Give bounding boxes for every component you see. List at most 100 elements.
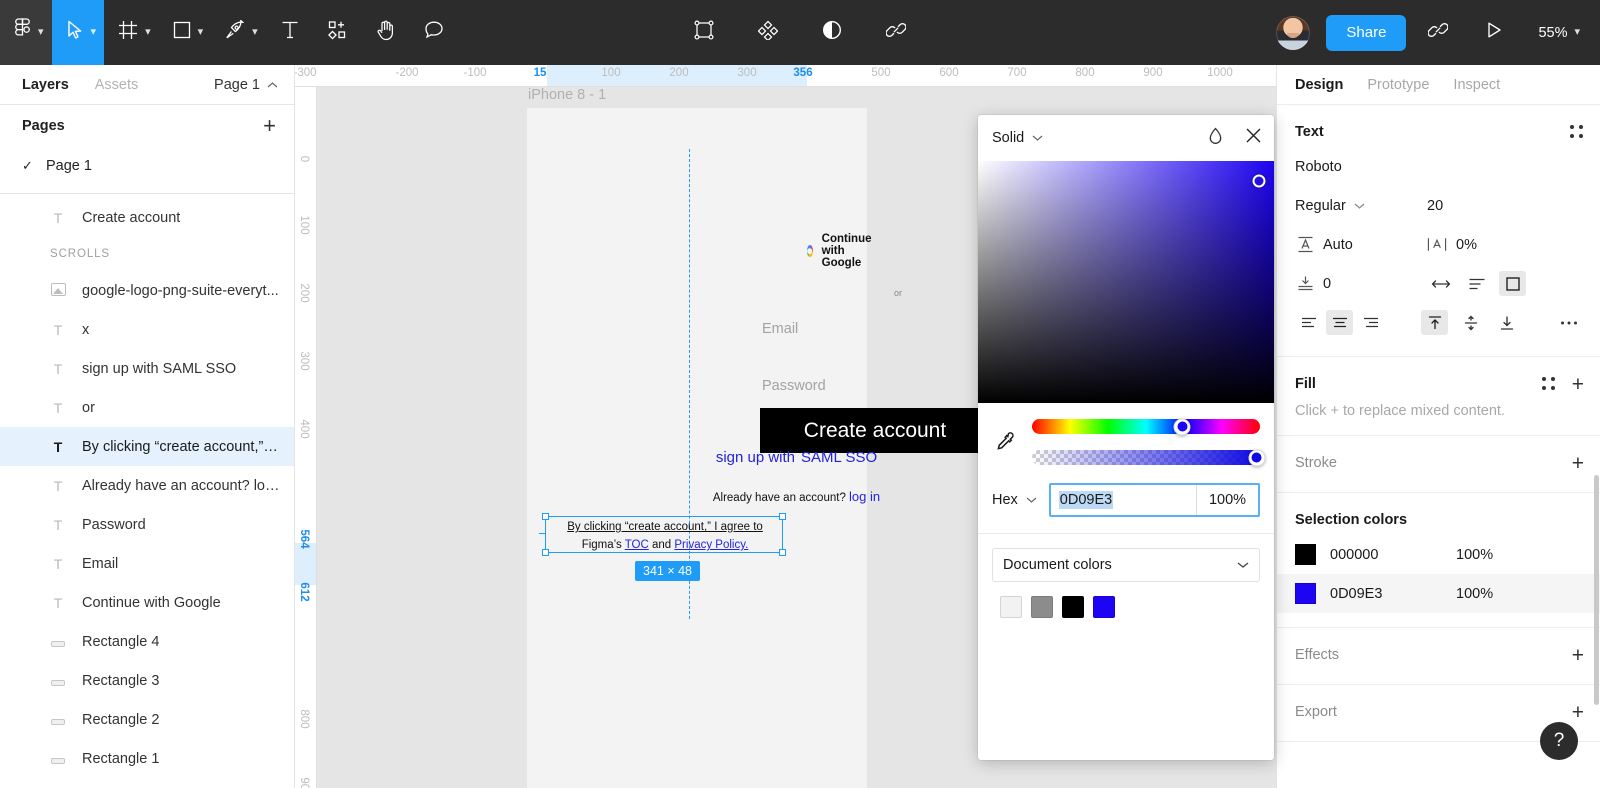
help-button[interactable]: ? (1540, 722, 1578, 760)
tab-design[interactable]: Design (1295, 77, 1343, 93)
layer-row[interactable]: Tsign up with SAML SSO (0, 349, 294, 388)
iphone-frame[interactable]: X Continue with Google or Email Password… (527, 108, 996, 788)
toc-link[interactable]: TOC (625, 539, 649, 551)
hue-slider-handle[interactable] (1173, 418, 1191, 435)
layer-row[interactable]: Tx (0, 310, 294, 349)
pen-tool-button[interactable]: ▾ (211, 0, 266, 65)
create-account-button[interactable]: Create account (760, 408, 990, 453)
hue-slider[interactable] (1032, 418, 1260, 435)
align-center-icon[interactable] (1326, 310, 1353, 335)
alpha-slider-handle[interactable] (1248, 449, 1266, 466)
layer-row[interactable]: Rectangle 1 (0, 739, 294, 778)
figma-menu-button[interactable]: ▾ (0, 0, 52, 65)
present-play-button[interactable] (1470, 0, 1518, 65)
layer-row[interactable]: Rectangle 2 (0, 700, 294, 739)
layer-row[interactable]: T Create account (0, 198, 294, 237)
copy-link-button[interactable] (1414, 0, 1462, 65)
auto-width-icon[interactable] (1427, 271, 1454, 296)
add-page-button[interactable]: + (263, 115, 276, 137)
eyedropper-icon[interactable] (992, 431, 1018, 453)
login-link[interactable]: log in (849, 489, 880, 504)
right-panel-scrollbar[interactable] (1594, 475, 1599, 705)
privacy-policy-link[interactable]: Privacy Policy. (674, 539, 748, 551)
tab-inspect[interactable]: Inspect (1453, 77, 1500, 93)
resize-handle-bottom-right[interactable] (779, 549, 786, 556)
layer-row[interactable]: Tor (0, 388, 294, 427)
paragraph-spacing-field[interactable]: 0 (1295, 274, 1427, 294)
alpha-input[interactable]: 100% (1196, 485, 1258, 515)
selected-text-bounding-box[interactable]: By clicking “create account,” I agree to… (542, 513, 786, 556)
selection-color-row[interactable]: 000000 100% (1277, 535, 1600, 574)
letter-spacing-field[interactable]: 0% (1427, 235, 1477, 255)
shape-tool-button[interactable]: ▾ (159, 0, 212, 65)
paint-type-dropdown[interactable]: Solid (992, 130, 1043, 146)
text-styles-icon[interactable] (1570, 125, 1584, 139)
blend-mode-icon[interactable] (1208, 127, 1223, 150)
hex-input-wrapper[interactable]: 0D09E3 100% (1048, 483, 1260, 517)
resize-handle-bottom-left[interactable] (542, 549, 549, 556)
contrast-button[interactable] (808, 0, 856, 65)
components-diamond-button[interactable] (744, 0, 792, 65)
layer-row[interactable]: Rectangle 4 (0, 622, 294, 661)
horizontal-ruler[interactable]: -300 -200 -100 15 100 200 300 356 500 600 700 800 90… (295, 65, 1276, 87)
components-tool-button[interactable] (314, 0, 362, 65)
text-tool-button[interactable] (266, 0, 314, 65)
vertical-ruler[interactable]: 0 100 200 300 400 564 612 800 900 (295, 87, 317, 788)
color-format-dropdown[interactable]: Hex (992, 492, 1037, 508)
hex-input[interactable]: 0D09E3 (1051, 485, 1196, 515)
layer-row[interactable]: T Already have an account? log in (0, 466, 294, 505)
email-field-placeholder[interactable]: Email (762, 321, 798, 337)
align-left-icon[interactable] (1295, 310, 1322, 335)
align-bottom-icon[interactable] (1493, 310, 1520, 335)
add-effect-button[interactable]: + (1572, 645, 1584, 666)
sv-picker-handle[interactable] (1252, 174, 1266, 188)
font-family-row[interactable]: Roboto (1277, 147, 1600, 186)
align-right-icon[interactable] (1357, 310, 1384, 335)
tab-assets[interactable]: Assets (95, 77, 139, 93)
font-size-value[interactable]: 20 (1427, 198, 1443, 214)
page-selector[interactable]: Page 1 (214, 77, 278, 93)
add-fill-button[interactable]: + (1572, 374, 1584, 395)
add-export-button[interactable]: + (1572, 702, 1584, 723)
move-tool-button[interactable]: ▾ (51, 0, 105, 65)
close-icon[interactable] (1245, 127, 1262, 149)
selection-bounds-button[interactable] (680, 0, 728, 65)
color-swatch[interactable] (1093, 596, 1115, 618)
color-swatch[interactable] (1062, 596, 1084, 618)
comment-tool-button[interactable] (410, 0, 458, 65)
continue-with-google-button[interactable]: Continue with Google (807, 233, 878, 269)
layer-row[interactable]: Rectangle 3 (0, 661, 294, 700)
frame-tool-button[interactable]: ▾ (104, 0, 159, 65)
tab-prototype[interactable]: Prototype (1367, 77, 1429, 93)
frame-title[interactable]: iPhone 8 - 1 (528, 87, 606, 103)
alpha-slider[interactable] (1032, 449, 1266, 466)
tab-layers[interactable]: Layers (22, 77, 69, 93)
layer-row[interactable]: T By clicking “create account,” I... (0, 427, 294, 466)
hand-tool-button[interactable] (362, 0, 410, 65)
align-middle-icon[interactable] (1457, 310, 1484, 335)
link-button[interactable] (872, 0, 920, 65)
page-item-page-1[interactable]: ✓ Page 1 (0, 147, 294, 185)
text-more-options-icon[interactable] (1555, 310, 1582, 335)
selection-color-chip[interactable] (1295, 544, 1316, 565)
resize-handle-top-right[interactable] (779, 513, 786, 520)
color-swatch[interactable] (1031, 596, 1053, 618)
line-height-field[interactable]: Auto (1295, 235, 1427, 255)
fixed-size-icon[interactable] (1499, 271, 1526, 296)
password-field-placeholder[interactable]: Password (762, 378, 826, 394)
share-button[interactable]: Share (1326, 14, 1407, 51)
selection-color-chip[interactable] (1295, 583, 1316, 604)
layer-row[interactable]: T Password (0, 505, 294, 544)
layer-row[interactable]: T Email (0, 544, 294, 583)
add-stroke-button[interactable]: + (1572, 453, 1584, 474)
selection-color-row[interactable]: 0D09E3 100% (1277, 574, 1600, 613)
layer-row[interactable]: google-logo-png-suite-everyt... (0, 271, 294, 310)
saturation-value-area[interactable] (978, 161, 1274, 403)
align-top-icon[interactable] (1421, 310, 1448, 335)
resize-handle-top-left[interactable] (542, 513, 549, 520)
avatar[interactable] (1276, 15, 1311, 50)
fill-styles-icon[interactable] (1541, 377, 1556, 391)
color-swatch[interactable] (1000, 596, 1022, 618)
auto-height-icon[interactable] (1463, 271, 1490, 296)
document-colors-dropdown[interactable]: Document colors (992, 548, 1260, 582)
